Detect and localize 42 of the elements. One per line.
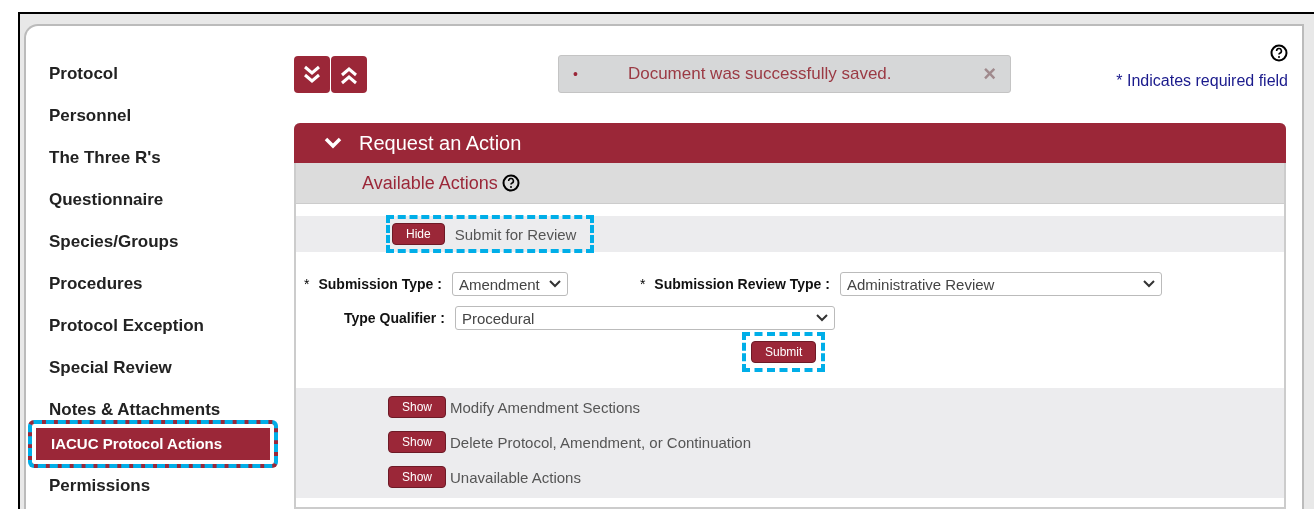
subsection-title: Available Actions <box>362 173 498 194</box>
sidebar-item[interactable]: IACUC Protocol Actions <box>28 420 278 468</box>
panel-header[interactable]: Request an Action <box>294 123 1286 164</box>
show-button[interactable]: Show <box>388 466 447 489</box>
panel-title: Request an Action <box>359 132 522 155</box>
select-field[interactable]: Administrative Review <box>839 272 1162 297</box>
sidebar-item[interactable]: Personnel <box>30 100 136 124</box>
caret-icon <box>1142 280 1155 289</box>
double-chevron-down-icon <box>301 63 323 86</box>
sidebar-item[interactable]: Protocol <box>30 58 122 82</box>
hide-button[interactable]: Hide <box>392 223 445 246</box>
action-label: Delete Protocol, Amendment, or Continuation <box>450 434 752 451</box>
submit-button[interactable]: Submit <box>751 341 817 364</box>
select-field[interactable]: Amendment <box>451 272 568 297</box>
sidebar-item[interactable]: Protocol Exception <box>30 310 208 334</box>
help-icon[interactable] <box>1270 44 1288 62</box>
show-button[interactable]: Show <box>388 396 447 419</box>
field-label: Submission Type : <box>318 276 442 293</box>
sidebar-item[interactable]: Permissions <box>30 470 155 494</box>
sidebar-item[interactable]: The Three R's <box>30 142 165 166</box>
action-label: Modify Amendment Sections <box>450 399 641 416</box>
required-mark: * <box>639 276 646 293</box>
sidebar-item[interactable]: Procedures <box>30 268 147 292</box>
message-text: Document was successfully saved. <box>627 64 893 84</box>
sidebar-item[interactable]: Notes & Attachments <box>30 394 225 418</box>
bullet: • <box>573 66 578 82</box>
help-icon[interactable] <box>501 174 520 193</box>
field-label: Type Qualifier : <box>344 310 445 327</box>
sidebar-item[interactable]: Questionnaire <box>30 184 168 208</box>
sidebar-item[interactable]: Species/Groups <box>30 226 183 250</box>
required-field-note: * Indicates required field <box>1116 72 1288 90</box>
show-button[interactable]: Show <box>388 431 447 454</box>
expand-all-button[interactable] <box>294 56 330 93</box>
action-label: Submit for Review <box>454 226 577 243</box>
select-field[interactable]: Procedural <box>454 306 835 331</box>
field-label: Submission Review Type : <box>654 276 830 293</box>
collapse-all-button[interactable] <box>331 56 367 93</box>
required-mark: * <box>304 276 310 293</box>
caret-icon <box>815 314 828 323</box>
sidebar-item[interactable]: Special Review <box>30 352 176 376</box>
caret-icon <box>548 280 561 289</box>
action-label: Unavailable Actions <box>450 469 581 486</box>
